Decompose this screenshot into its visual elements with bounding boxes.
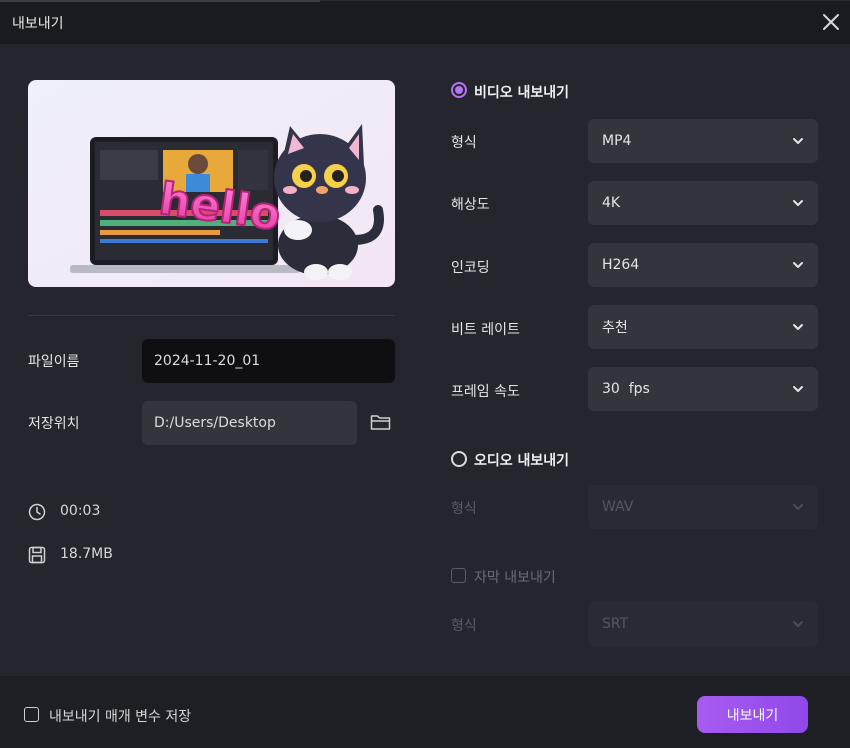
left-divider	[28, 315, 395, 316]
resolution-value: 4K	[602, 195, 621, 211]
video-format-value: MP4	[602, 133, 632, 149]
file-name-label: 파일이름	[28, 354, 80, 370]
file-name-input[interactable]: 2024-11-20_01	[142, 339, 395, 383]
duration-text: 00:03	[60, 503, 101, 519]
export-button[interactable]: 내보내기	[697, 696, 808, 733]
chevron-down-icon	[793, 621, 803, 627]
video-export-radio[interactable]	[451, 82, 467, 98]
audio-format-select[interactable]: WAV	[588, 485, 818, 529]
chevron-down-icon	[793, 200, 803, 206]
audio-format-value: WAV	[602, 499, 634, 515]
subtitle-format-label: 형식	[451, 618, 477, 634]
resolution-label: 해상도	[451, 197, 490, 213]
save-params-label: 내보내기 매개 변수 저장	[49, 709, 192, 725]
encoding-value: H264	[602, 257, 640, 273]
bitrate-select[interactable]: 추천	[588, 305, 818, 349]
clock-icon	[28, 503, 46, 521]
chevron-down-icon	[793, 138, 803, 144]
framerate-select[interactable]: 30 fps	[588, 367, 818, 411]
file-name-value: 2024-11-20_01	[154, 353, 261, 369]
close-icon[interactable]	[820, 11, 842, 33]
framerate-value: 30 fps	[602, 381, 650, 397]
audio-export-radio[interactable]	[451, 451, 467, 467]
audio-export-title: 오디오 내보내기	[474, 453, 570, 469]
audio-format-label: 형식	[451, 501, 477, 517]
save-location-label: 저장위치	[28, 416, 80, 432]
video-preview-thumbnail: hello	[28, 80, 395, 287]
video-export-title: 비디오 내보내기	[474, 85, 570, 101]
bitrate-value: 추천	[602, 320, 628, 336]
subtitle-export-checkbox[interactable]	[451, 568, 466, 583]
window-title: 내보내기	[12, 16, 64, 32]
bitrate-label: 비트 레이트	[451, 322, 520, 338]
save-params-checkbox[interactable]	[24, 707, 39, 722]
subtitle-format-select[interactable]: SRT	[588, 602, 818, 646]
encoding-label: 인코딩	[451, 260, 490, 276]
file-size-text: 18.7MB	[60, 546, 113, 562]
save-location-value: D:/Users/Desktop	[154, 415, 276, 431]
folder-icon[interactable]	[370, 413, 391, 431]
chevron-down-icon	[793, 504, 803, 510]
resolution-select[interactable]: 4K	[588, 181, 818, 225]
framerate-label: 프레임 속도	[451, 384, 520, 400]
chevron-down-icon	[793, 262, 803, 268]
title-bar-accent-line	[0, 0, 320, 2]
title-bar: 내보내기	[0, 0, 850, 44]
save-location-input[interactable]: D:/Users/Desktop	[142, 401, 357, 445]
save-file-icon	[28, 546, 46, 564]
subtitle-format-value: SRT	[602, 616, 629, 632]
chevron-down-icon	[793, 324, 803, 330]
chevron-down-icon	[793, 386, 803, 392]
encoding-select[interactable]: H264	[588, 243, 818, 287]
video-format-label: 형식	[451, 135, 477, 151]
video-format-select[interactable]: MP4	[588, 119, 818, 163]
subtitle-export-title: 자막 내보내기	[474, 570, 556, 586]
